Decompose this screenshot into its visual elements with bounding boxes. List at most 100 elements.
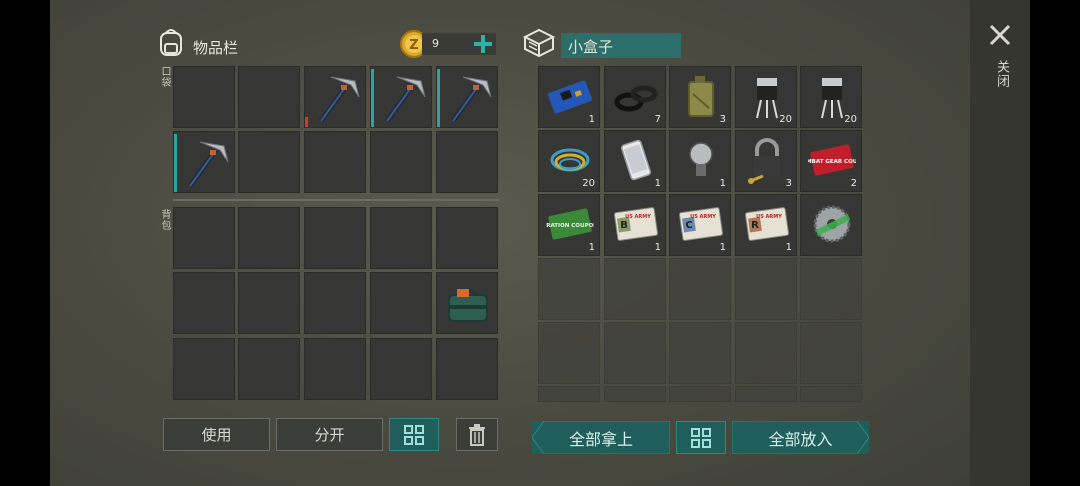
- empty-container-slot[interactable]: [735, 386, 797, 402]
- backpack-slot[interactable]: [173, 272, 235, 334]
- container-slot[interactable]: 3: [735, 130, 797, 192]
- backpack-slot[interactable]: [370, 207, 432, 269]
- item-label-text: US ARMY: [625, 214, 651, 220]
- empty-container-slot[interactable]: [604, 258, 666, 320]
- item-quantity: 1: [654, 242, 661, 253]
- us-army-card-b-icon: US ARMY B: [612, 200, 660, 248]
- jerry-can-icon: [677, 72, 725, 120]
- circuit-board-icon: [546, 72, 594, 120]
- container-slot[interactable]: 1: [538, 66, 600, 128]
- empty-container-slot[interactable]: [604, 386, 666, 402]
- put-all-button[interactable]: 全部放入: [732, 421, 869, 454]
- pickaxe-icon: [180, 136, 232, 190]
- container-slot[interactable]: RATION COUPON 1: [538, 194, 600, 256]
- empty-container-slot[interactable]: [669, 322, 731, 384]
- svg-text:Z: Z: [409, 38, 418, 53]
- pocket-slot[interactable]: [304, 131, 366, 193]
- pocket-slot[interactable]: [173, 66, 235, 128]
- container-slot[interactable]: 7: [604, 66, 666, 128]
- empty-container-slot[interactable]: [669, 258, 731, 320]
- item-label-text: COMBAT GEAR COUPON: [808, 159, 856, 165]
- close-button[interactable]: [988, 23, 1012, 47]
- pocket-slot[interactable]: [238, 66, 300, 128]
- sort-container-button[interactable]: [676, 421, 726, 454]
- pocket-slot[interactable]: [436, 66, 498, 128]
- add-coins-button[interactable]: [472, 33, 494, 55]
- container-slot[interactable]: 20: [800, 66, 862, 128]
- empty-container-slot[interactable]: [800, 322, 862, 384]
- us-army-card-c-icon: US ARMY C: [677, 200, 725, 248]
- inventory-title: 物品栏: [193, 39, 239, 57]
- take-all-button[interactable]: 全部拿上: [532, 421, 670, 454]
- item-quantity: 3: [719, 114, 726, 125]
- ration-coupon-icon: RATION COUPON: [546, 200, 594, 248]
- backpack-slot[interactable]: [436, 207, 498, 269]
- container-name: 小盒子: [568, 38, 614, 56]
- container-slot[interactable]: 20: [538, 130, 600, 192]
- pocket-label: 口袋: [159, 66, 170, 88]
- durability-bar: [371, 69, 374, 127]
- pickaxe-icon: [311, 71, 363, 125]
- empty-container-slot[interactable]: [538, 386, 600, 402]
- container-slot[interactable]: 1: [669, 130, 731, 192]
- backpack-slot[interactable]: [238, 272, 300, 334]
- saw-blade-icon: [808, 200, 856, 248]
- pocket-slot[interactable]: [370, 131, 432, 193]
- item-quantity: 1: [785, 242, 792, 253]
- container-slot[interactable]: COMBAT GEAR COUPON 2: [800, 130, 862, 192]
- transistor-icon: [743, 72, 791, 120]
- container-slot[interactable]: US ARMY R 1: [735, 194, 797, 256]
- empty-container-slot[interactable]: [538, 258, 600, 320]
- empty-container-slot[interactable]: [669, 386, 731, 402]
- item-label-text: US ARMY: [756, 214, 782, 220]
- item-quantity: 7: [654, 114, 661, 125]
- pocket-slot[interactable]: [304, 66, 366, 128]
- pocket-slot[interactable]: [173, 131, 235, 193]
- container-slot[interactable]: US ARMY B 1: [604, 194, 666, 256]
- backpack-slot[interactable]: [173, 207, 235, 269]
- pocket-slot[interactable]: [238, 131, 300, 193]
- empty-container-slot[interactable]: [735, 322, 797, 384]
- empty-container-slot[interactable]: [735, 258, 797, 320]
- padlock-key-icon: [743, 136, 791, 184]
- container-slot[interactable]: 20: [735, 66, 797, 128]
- backpack-slot[interactable]: [173, 338, 235, 400]
- box-icon: [522, 27, 556, 59]
- split-button[interactable]: 分开: [276, 418, 383, 451]
- container-name-field: 小盒子: [561, 33, 681, 58]
- pocket-slot[interactable]: [436, 131, 498, 193]
- take-all-label: 全部拿上: [568, 429, 633, 449]
- container-slot[interactable]: 1: [604, 130, 666, 192]
- use-button[interactable]: 使用: [163, 418, 270, 451]
- backpack-slot[interactable]: [370, 272, 432, 334]
- item-quantity: 20: [582, 178, 595, 189]
- empty-container-slot[interactable]: [800, 258, 862, 320]
- backpack-slot[interactable]: [370, 338, 432, 400]
- container-slot[interactable]: US ARMY C 1: [669, 194, 731, 256]
- backpack-slot[interactable]: [238, 207, 300, 269]
- backpack-slot[interactable]: [304, 272, 366, 334]
- item-letter: R: [751, 220, 759, 231]
- backpack-slot[interactable]: [436, 338, 498, 400]
- empty-container-slot[interactable]: [800, 386, 862, 402]
- close-label: 关闭: [994, 60, 1009, 88]
- trash-button[interactable]: [456, 418, 498, 451]
- sort-inventory-button[interactable]: [389, 418, 439, 451]
- item-letter: C: [685, 220, 692, 231]
- close-icon: [989, 24, 1011, 46]
- backpack-slot[interactable]: [436, 272, 498, 334]
- item-quantity: 1: [719, 178, 726, 189]
- backpack-slot[interactable]: [238, 338, 300, 400]
- pocket-slot[interactable]: [370, 66, 432, 128]
- light-bulb-icon: [677, 136, 725, 184]
- container-slot[interactable]: [800, 194, 862, 256]
- us-army-card-r-icon: US ARMY R: [743, 200, 791, 248]
- durability-bar: [174, 134, 177, 192]
- wire-coil-icon: [546, 136, 594, 184]
- empty-container-slot[interactable]: [538, 322, 600, 384]
- backpack-slot[interactable]: [304, 338, 366, 400]
- backpack-slot[interactable]: [304, 207, 366, 269]
- backpack-label: 背包: [159, 209, 170, 231]
- empty-container-slot[interactable]: [604, 322, 666, 384]
- container-slot[interactable]: 3: [669, 66, 731, 128]
